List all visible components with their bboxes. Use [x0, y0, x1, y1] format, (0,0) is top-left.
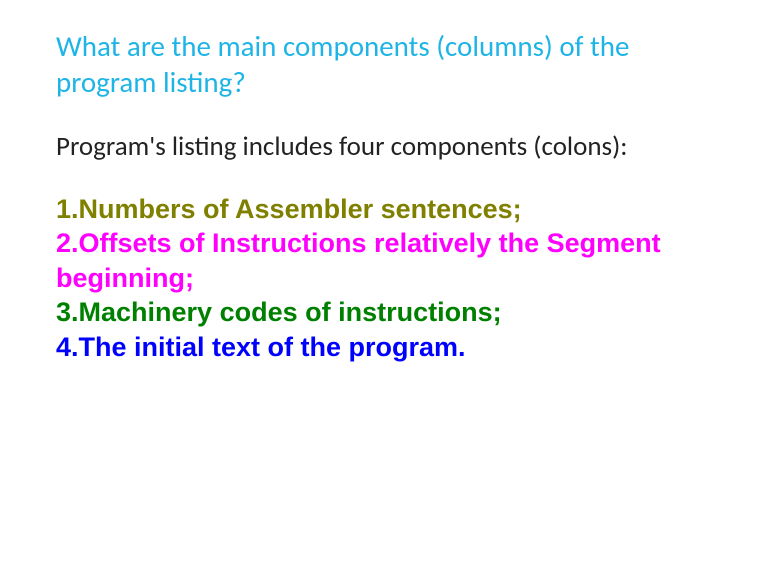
slide: What are the main components (columns) o… — [0, 0, 768, 364]
list-item-2: 2.Offsets of Instructions relatively the… — [56, 226, 712, 295]
list-item-4: 4.The initial text of the program. — [56, 330, 712, 365]
list-item-3: 3.Machinery codes of instructions; — [56, 295, 712, 330]
list-item-1: 1.Numbers of Assembler sentences; — [56, 192, 712, 227]
intro-text: Program's listing includes four componen… — [56, 129, 712, 164]
slide-title: What are the main components (columns) o… — [56, 28, 712, 101]
item-list: 1.Numbers of Assembler sentences; 2.Offs… — [56, 192, 712, 365]
